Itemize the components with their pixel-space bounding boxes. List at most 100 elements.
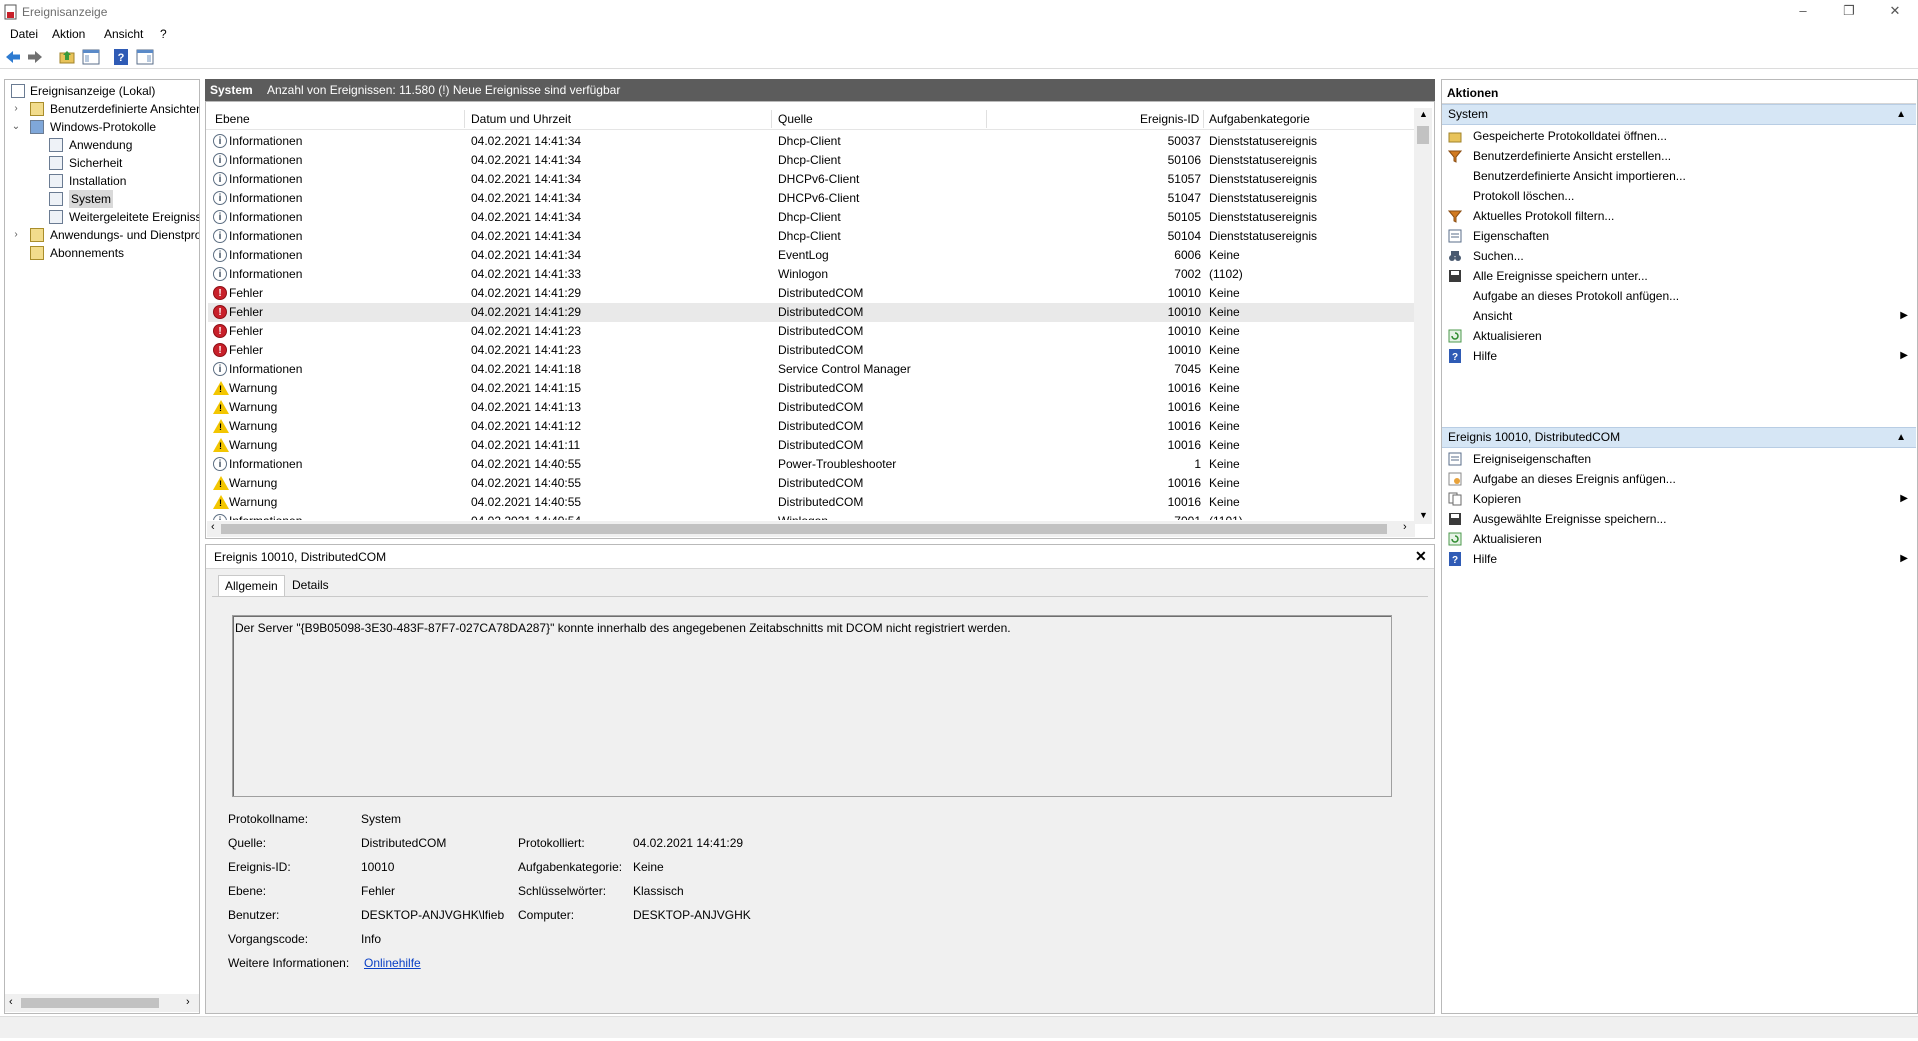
event-row[interactable]: i Informationen 04.02.2021 14:41:34 Dhcp-Cl… — [208, 132, 1414, 151]
scroll-thumb[interactable] — [1417, 126, 1429, 144]
system-action-item[interactable]: Aktuelles Protokoll filtern... — [1442, 206, 1916, 226]
actions-section-system[interactable]: System ▲ — [1442, 104, 1916, 125]
scroll-down-icon[interactable]: ▼ — [1419, 510, 1428, 520]
tree-item-anwendung[interactable]: Anwendung — [5, 136, 199, 154]
minimize-button[interactable]: – — [1780, 0, 1826, 24]
collapse-icon[interactable]: ⌄ — [11, 118, 21, 136]
column-header-source[interactable]: Quelle — [778, 112, 813, 130]
info-icon: i — [213, 210, 227, 224]
cell-level: Warnung — [229, 381, 278, 395]
event-action-item[interactable]: Aufgabe an dieses Ereignis anfügen... — [1442, 469, 1916, 489]
column-header-date[interactable]: Datum und Uhrzeit — [471, 112, 571, 130]
help-icon[interactable]: ? — [112, 48, 130, 66]
column-divider[interactable] — [986, 110, 987, 128]
scroll-thumb[interactable] — [221, 524, 1387, 534]
event-row[interactable]: i Informationen 04.02.2021 14:41:34 Dhcp-Cl… — [208, 227, 1414, 246]
event-row[interactable]: i Informationen 04.02.2021 14:41:34 EventLo… — [208, 246, 1414, 265]
tree-item-event-viewer-local[interactable]: Ereignisanzeige (Lokal) — [5, 82, 199, 100]
system-action-item[interactable]: Aktualisieren — [1442, 326, 1916, 346]
tree-item-windows-logs[interactable]: ⌄ Windows-Protokolle — [5, 118, 199, 136]
system-action-item[interactable]: Protokoll löschen... — [1442, 186, 1916, 206]
scroll-left-icon[interactable]: ‹ — [211, 521, 215, 533]
scroll-right-icon[interactable]: › — [186, 996, 190, 1008]
system-action-item[interactable]: Ansicht ▶ — [1442, 306, 1916, 326]
event-row[interactable]: ! Warnung 04.02.2021 14:40:55 DistributedCO… — [208, 493, 1414, 512]
event-row[interactable]: i Informationen 04.02.2021 14:41:34 DHCPv6-… — [208, 189, 1414, 208]
folder-up-icon[interactable] — [58, 48, 76, 66]
show-hide-console-tree-icon[interactable] — [82, 48, 100, 66]
event-row[interactable]: ! Fehler 04.02.2021 14:41:29 DistributedCOM… — [208, 284, 1414, 303]
system-action-item[interactable]: Eigenschaften — [1442, 226, 1916, 246]
event-row[interactable]: i Informationen 04.02.2021 14:41:34 Dhcp-Cl… — [208, 208, 1414, 227]
tree-item-installation[interactable]: Installation — [5, 172, 199, 190]
event-list-horizontal-scrollbar[interactable]: ‹ › — [207, 521, 1415, 537]
tree-item-system[interactable]: System — [5, 190, 199, 208]
expand-icon[interactable]: › — [11, 100, 21, 118]
event-row[interactable]: iInformationen 04.02.2021 14:40:54 Winlogo… — [208, 512, 1414, 520]
event-row[interactable]: i Informationen 04.02.2021 14:40:55 Power-T… — [208, 455, 1414, 474]
event-row[interactable]: i Informationen 04.02.2021 14:41:34 Dhcp-Cl… — [208, 151, 1414, 170]
tab-details[interactable]: Details — [286, 575, 335, 596]
column-header-event-id[interactable]: Ereignis-ID — [1140, 112, 1199, 130]
collapse-section-icon[interactable]: ▲ — [1896, 428, 1906, 447]
system-action-item[interactable]: Gespeicherte Protokolldatei öffnen... — [1442, 126, 1916, 146]
tree-item-custom-views[interactable]: › Benutzerdefinierte Ansichten — [5, 100, 199, 118]
menu-ansicht[interactable]: Ansicht — [104, 27, 143, 41]
system-action-item[interactable]: Benutzerdefinierte Ansicht erstellen... — [1442, 146, 1916, 166]
scroll-thumb[interactable] — [21, 998, 159, 1008]
menu-datei[interactable]: Datei — [10, 27, 38, 41]
tree-item-forwarded-events[interactable]: Weitergeleitete Ereignisse — [5, 208, 199, 226]
event-action-item[interactable]: Aktualisieren — [1442, 529, 1916, 549]
event-action-item[interactable]: Ausgewählte Ereignisse speichern... — [1442, 509, 1916, 529]
event-row[interactable]: i Informationen 04.02.2021 14:41:34 DHCPv6-… — [208, 170, 1414, 189]
actions-section-event[interactable]: Ereignis 10010, DistributedCOM ▲ — [1442, 427, 1916, 448]
forward-arrow-icon[interactable] — [26, 48, 44, 66]
event-message-box[interactable]: Der Server "{B9B05098-3E30-483F-87F7-027… — [232, 615, 1392, 797]
event-action-item[interactable]: Kopieren ▶ — [1442, 489, 1916, 509]
online-help-link[interactable]: Onlinehilfe — [364, 956, 421, 970]
event-row[interactable]: ! Fehler 04.02.2021 14:41:29 DistributedCOM… — [208, 303, 1414, 322]
event-action-item[interactable]: Ereigniseigenschaften — [1442, 449, 1916, 469]
column-divider[interactable] — [771, 110, 772, 128]
scroll-up-icon[interactable]: ▲ — [1419, 109, 1428, 119]
show-hide-action-pane-icon[interactable] — [136, 48, 154, 66]
event-row[interactable]: ! Warnung 04.02.2021 14:41:13 DistributedCO… — [208, 398, 1414, 417]
system-action-item[interactable]: ? Hilfe ▶ — [1442, 346, 1916, 366]
restore-button[interactable]: ❐ — [1826, 0, 1872, 24]
close-detail-icon[interactable]: ✕ — [1415, 548, 1427, 565]
folder-open-icon — [1448, 132, 1462, 143]
column-divider[interactable] — [1203, 110, 1204, 128]
tree-item-sicherheit[interactable]: Sicherheit — [5, 154, 199, 172]
close-window-button[interactable]: ✕ — [1872, 0, 1918, 24]
event-row[interactable]: ! Warnung 04.02.2021 14:40:55 DistributedCO… — [208, 474, 1414, 493]
tree-item-app-service-logs[interactable]: › Anwendungs- und Dienstprotokolle — [5, 226, 199, 244]
tree-horizontal-scrollbar[interactable]: ‹ › — [5, 994, 199, 1012]
menu-help[interactable]: ? — [160, 27, 167, 41]
system-action-item[interactable]: Suchen... — [1442, 246, 1916, 266]
expand-icon[interactable]: › — [11, 226, 21, 244]
column-header-task-category[interactable]: Aufgabenkategorie — [1209, 112, 1310, 130]
column-header-level[interactable]: Ebene — [215, 112, 250, 130]
event-row[interactable]: ! Warnung 04.02.2021 14:41:11 DistributedCO… — [208, 436, 1414, 455]
event-row[interactable]: i Informationen 04.02.2021 14:41:18 Service… — [208, 360, 1414, 379]
back-arrow-icon[interactable] — [4, 48, 22, 66]
event-list-vertical-scrollbar[interactable]: ▲ ▼ — [1414, 108, 1432, 524]
system-action-item[interactable]: Alle Ereignisse speichern unter... — [1442, 266, 1916, 286]
column-divider[interactable] — [464, 110, 465, 128]
event-action-item[interactable]: ? Hilfe ▶ — [1442, 549, 1916, 569]
event-row[interactable]: ! Fehler 04.02.2021 14:41:23 DistributedCOM… — [208, 341, 1414, 360]
collapse-section-icon[interactable]: ▲ — [1896, 105, 1906, 124]
cell-date: 04.02.2021 14:41:13 — [471, 400, 582, 414]
system-action-item[interactable]: Aufgabe an dieses Protokoll anfügen... — [1442, 286, 1916, 306]
event-row[interactable]: ! Warnung 04.02.2021 14:41:12 DistributedCO… — [208, 417, 1414, 436]
scroll-right-icon[interactable]: › — [1403, 521, 1407, 533]
event-row[interactable]: ! Fehler 04.02.2021 14:41:23 DistributedCOM… — [208, 322, 1414, 341]
tree-item-subscriptions[interactable]: Abonnements — [5, 244, 199, 262]
event-row[interactable]: ! Warnung 04.02.2021 14:41:15 DistributedCO… — [208, 379, 1414, 398]
tab-allgemein[interactable]: Allgemein — [218, 575, 285, 596]
menu-aktion[interactable]: Aktion — [52, 27, 85, 41]
system-action-item[interactable]: Benutzerdefinierte Ansicht importieren..… — [1442, 166, 1916, 186]
cell-source: DistributedCOM — [778, 476, 864, 490]
event-row[interactable]: i Informationen 04.02.2021 14:41:33 Winlogo… — [208, 265, 1414, 284]
scroll-left-icon[interactable]: ‹ — [9, 996, 13, 1008]
